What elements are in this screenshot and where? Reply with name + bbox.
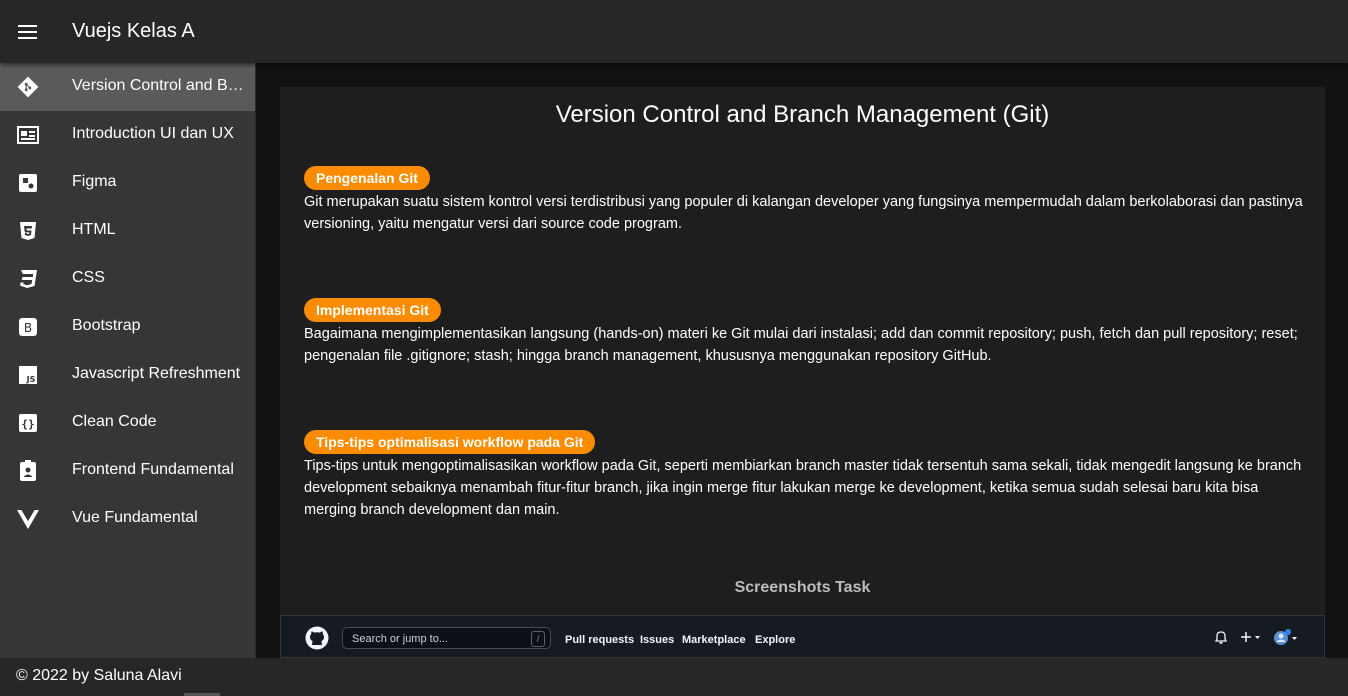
github-search-input: Search or jump to... / <box>342 627 551 649</box>
github-screenshot: Search or jump to... / Pull requests Iss… <box>280 615 1325 658</box>
github-search-placeholder: Search or jump to... <box>352 633 448 645</box>
section-tips: Tips-tips optimalisasi workflow pada Git… <box>304 430 1304 521</box>
screenshots-title: Screenshots Task <box>734 579 871 596</box>
sidebar-item-bootstrap[interactable]: B Bootstrap <box>0 303 255 351</box>
user-avatar-icon <box>1272 628 1300 651</box>
section-badge: Pengenalan Git <box>304 166 430 190</box>
sidebar-item-label: Clean Code <box>72 413 157 430</box>
sidebar-item-label: Figma <box>72 173 117 190</box>
page-title: Version Control and Branch Management (G… <box>555 101 1050 128</box>
sidebar-item-git[interactable]: Version Control and Branch Management (G… <box>0 63 255 111</box>
sidebar-item-clean-code[interactable]: {} Clean Code <box>0 399 255 447</box>
badge-account-icon <box>16 459 40 483</box>
svg-text:{}: {} <box>21 418 34 431</box>
section-text: Tips-tips untuk mengoptimalisasikan work… <box>304 458 1302 518</box>
javascript-icon: JS <box>16 363 40 387</box>
github-nav-issues: Issues <box>640 634 675 646</box>
vuejs-icon <box>16 507 40 531</box>
content-card: Version Control and Branch Management (G… <box>280 87 1325 658</box>
github-nav-marketplace: Marketplace <box>682 634 746 646</box>
section-text: Bagaimana mengimplementasikan langsung (… <box>304 326 1298 364</box>
svg-text:B: B <box>24 321 32 335</box>
app-bar: Vuejs Kelas A <box>0 0 1348 63</box>
section-badge: Implementasi Git <box>304 298 441 322</box>
github-nav-pull-requests: Pull requests <box>565 634 635 646</box>
footer-copyright: © 2022 by Saluna Alavi <box>16 667 182 684</box>
sidebar-item-label: Javascript Refreshment <box>72 365 241 382</box>
github-slash-key: / <box>531 631 545 647</box>
sidebar-item-frontend[interactable]: Frontend Fundamental <box>0 447 255 495</box>
newspaper-icon <box>16 123 40 147</box>
github-logo-icon <box>305 626 329 650</box>
css3-icon <box>16 267 40 291</box>
sidebar-item-label: CSS <box>72 269 105 286</box>
sidebar-item-label: HTML <box>72 221 116 238</box>
app-title: Vuejs Kelas A <box>72 20 195 42</box>
svg-text:JS: JS <box>26 375 36 384</box>
section-text: Git merupakan suatu sistem kontrol versi… <box>304 194 1303 232</box>
plus-dropdown-icon <box>1240 631 1262 649</box>
html5-icon <box>16 219 40 243</box>
sidebar-item-css[interactable]: CSS <box>0 255 255 303</box>
sidebar-item-label: Bootstrap <box>72 317 141 334</box>
code-braces-icon: {} <box>16 411 40 435</box>
section-implementasi: Implementasi Git Bagaimana mengimplement… <box>304 298 1304 367</box>
sidebar-item-html[interactable]: HTML <box>0 207 255 255</box>
bootstrap-icon: B <box>16 315 40 339</box>
sidebar-item-label: Vue Fundamental <box>72 509 198 526</box>
bell-icon <box>1214 631 1228 649</box>
github-nav-explore: Explore <box>755 634 796 646</box>
sidebar-item-label: Introduction UI dan UX <box>72 125 234 142</box>
sidebar-item-label: Version Control and Branch Management (G… <box>72 77 244 94</box>
sidebar-item-label: Frontend Fundamental <box>72 461 234 478</box>
sidebar-item-vue[interactable]: Vue Fundamental <box>0 495 255 543</box>
git-icon <box>16 75 40 99</box>
sidebar: Version Control and Branch Management (G… <box>0 63 256 658</box>
figma-icon <box>16 171 40 195</box>
sidebar-item-figma[interactable]: Figma <box>0 159 255 207</box>
sidebar-item-javascript[interactable]: JS Javascript Refreshment <box>0 351 255 399</box>
section-pengenalan: Pengenalan Git Git merupakan suatu siste… <box>304 166 1304 235</box>
sidebar-item-ui-ux[interactable]: Introduction UI dan UX <box>0 111 255 159</box>
section-badge: Tips-tips optimalisasi workflow pada Git <box>304 430 596 454</box>
footer: © 2022 by Saluna Alavi <box>0 658 1348 696</box>
menu-icon[interactable] <box>14 18 42 46</box>
